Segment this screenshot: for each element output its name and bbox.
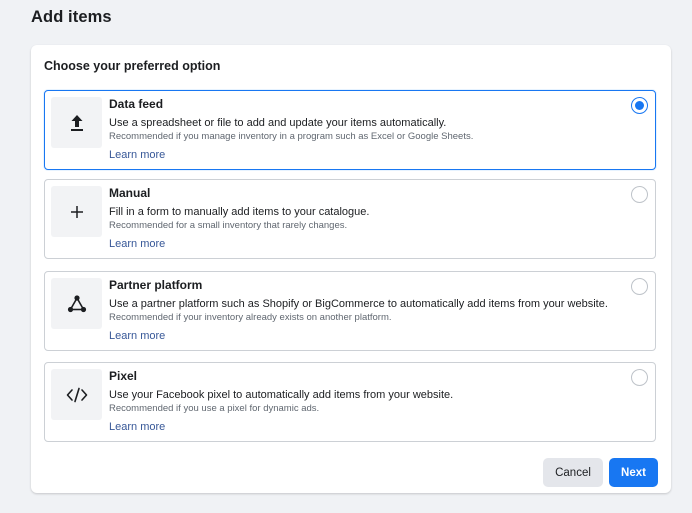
page-title: Add items: [31, 8, 112, 26]
radio-partner-platform[interactable]: [631, 278, 648, 295]
option-data-feed[interactable]: Data feed Use a spreadsheet or file to a…: [44, 90, 656, 170]
option-title: Data feed: [109, 97, 164, 111]
option-title: Manual: [109, 186, 151, 200]
option-title: Partner platform: [109, 278, 203, 292]
option-recommendation: Recommended if you use a pixel for dynam…: [109, 403, 320, 414]
option-description: Use a spreadsheet or file to add and upd…: [109, 117, 447, 129]
radio-manual[interactable]: [631, 186, 648, 203]
code-icon: [51, 369, 102, 420]
radio-data-feed[interactable]: [631, 97, 648, 114]
option-description: Use your Facebook pixel to automatically…: [109, 389, 454, 401]
learn-more-link[interactable]: Learn more: [109, 330, 165, 342]
option-recommendation: Recommended if your inventory already ex…: [109, 312, 392, 323]
radio-pixel[interactable]: [631, 369, 648, 386]
option-description: Fill in a form to manually add items to …: [109, 206, 370, 218]
option-manual[interactable]: Manual Fill in a form to manually add it…: [44, 179, 656, 259]
network-icon: [51, 278, 102, 329]
option-recommendation: Recommended if you manage inventory in a…: [109, 131, 474, 142]
cancel-button[interactable]: Cancel: [543, 458, 603, 487]
options-panel: Choose your preferred option Data feed U…: [31, 45, 671, 493]
option-recommendation: Recommended for a small inventory that r…: [109, 220, 348, 231]
option-partner-platform[interactable]: Partner platform Use a partner platform …: [44, 271, 656, 351]
plus-icon: [51, 186, 102, 237]
upload-icon: [51, 97, 102, 148]
next-button[interactable]: Next: [609, 458, 658, 487]
option-title: Pixel: [109, 369, 138, 383]
section-title: Choose your preferred option: [44, 59, 221, 73]
learn-more-link[interactable]: Learn more: [109, 421, 165, 433]
option-description: Use a partner platform such as Shopify o…: [109, 298, 608, 310]
option-pixel[interactable]: Pixel Use your Facebook pixel to automat…: [44, 362, 656, 442]
learn-more-link[interactable]: Learn more: [109, 238, 165, 250]
learn-more-link[interactable]: Learn more: [109, 149, 165, 161]
